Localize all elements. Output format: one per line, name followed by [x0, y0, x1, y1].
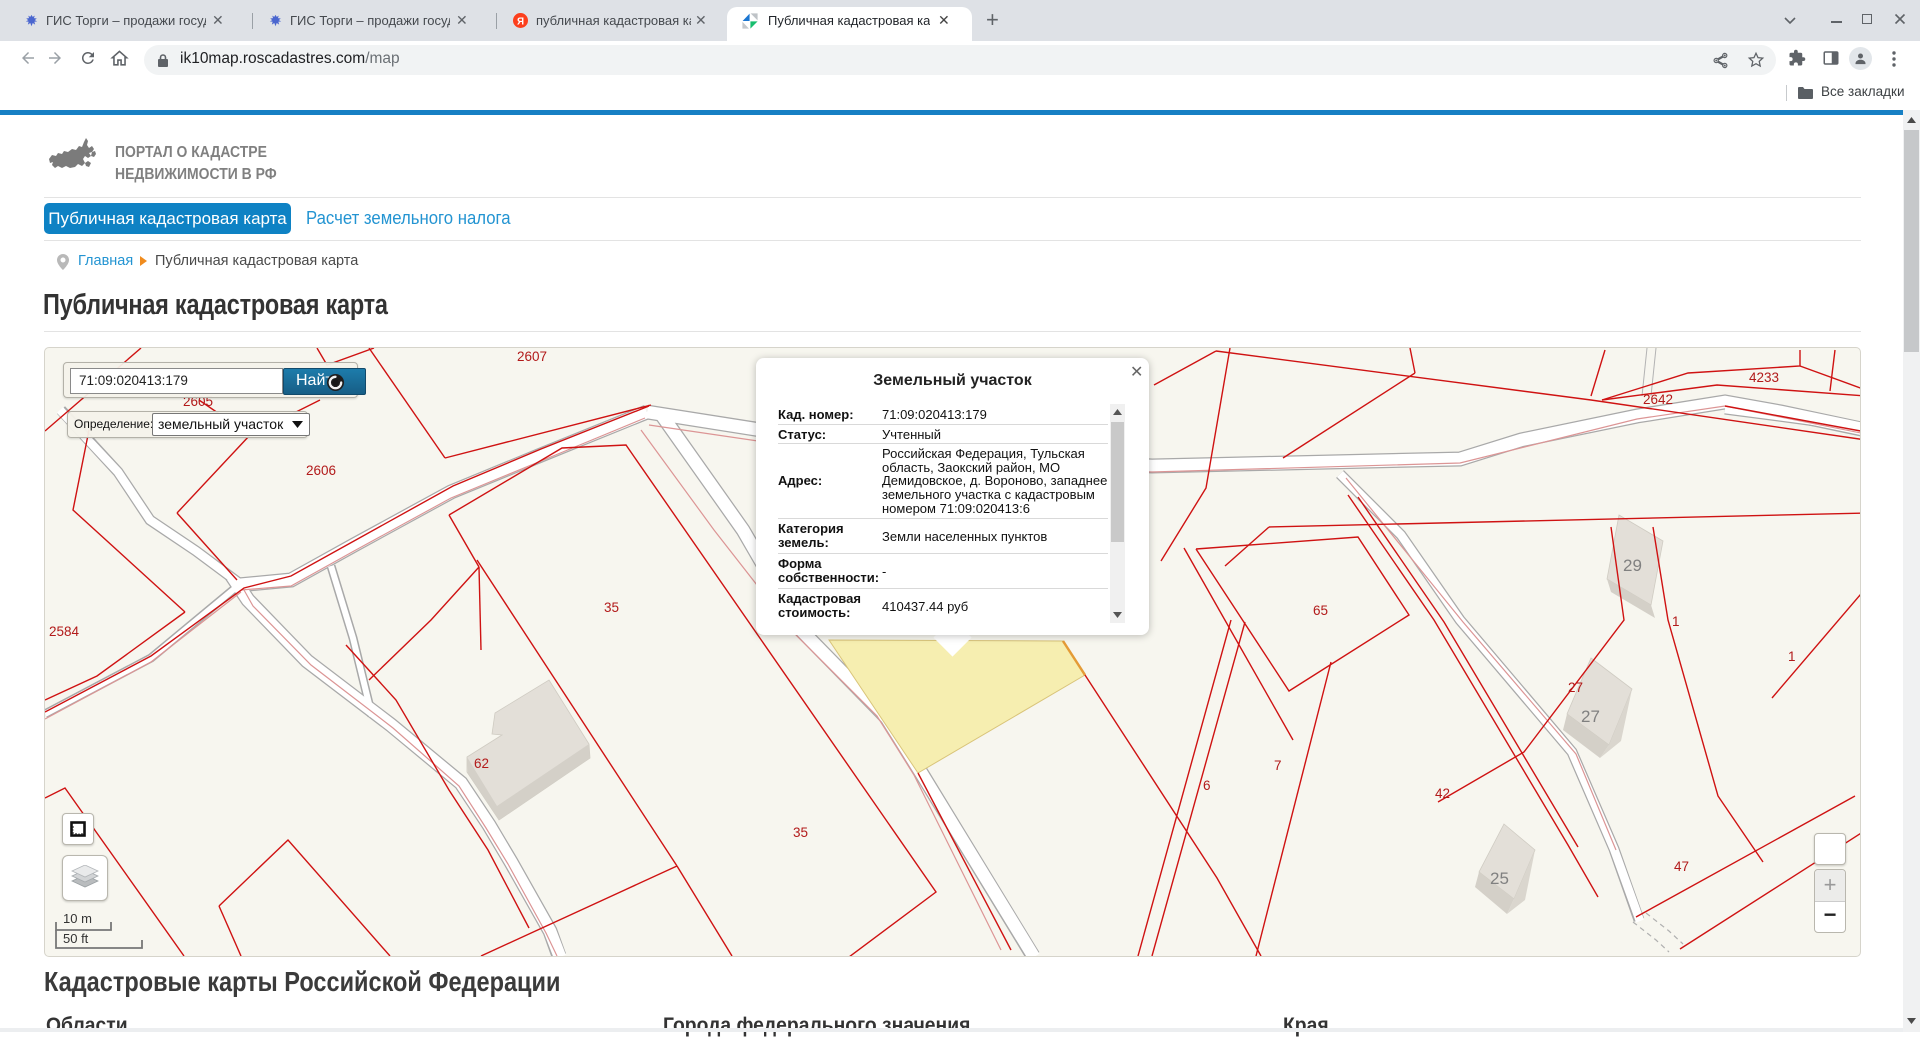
svg-text:62: 62: [474, 756, 489, 771]
svg-text:35: 35: [793, 825, 808, 840]
svg-text:2606: 2606: [306, 463, 336, 478]
svg-text:29: 29: [1623, 556, 1642, 575]
svg-text:27: 27: [1581, 707, 1600, 726]
svg-text:7: 7: [1274, 758, 1282, 773]
svg-text:25: 25: [1490, 869, 1509, 888]
svg-text:2642: 2642: [1643, 392, 1673, 407]
svg-text:2607: 2607: [517, 349, 547, 364]
svg-text:6: 6: [1203, 778, 1211, 793]
svg-text:65: 65: [1313, 603, 1328, 618]
svg-text:Я: Я: [517, 16, 524, 27]
svg-text:35: 35: [604, 600, 619, 615]
svg-text:1: 1: [1672, 614, 1680, 629]
svg-text:2584: 2584: [49, 624, 80, 639]
svg-text:4233: 4233: [1749, 370, 1779, 385]
svg-text:47: 47: [1674, 859, 1689, 874]
svg-text:1: 1: [1788, 649, 1796, 664]
svg-text:27: 27: [1568, 680, 1583, 695]
svg-text:42: 42: [1435, 786, 1450, 801]
